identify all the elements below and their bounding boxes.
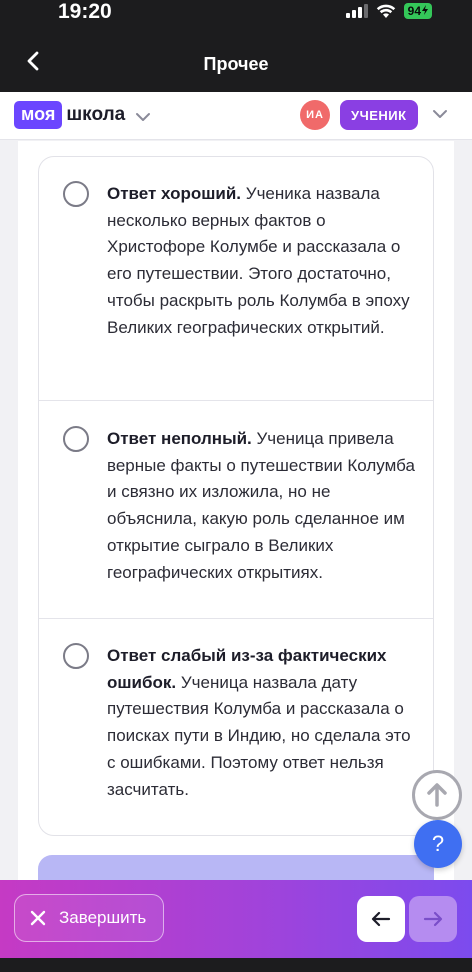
answer-option[interactable]: Ответ слабый из-за фактических ошибок. У… [39,618,433,835]
option-title: Ответ хороший. [107,184,242,203]
option-text: Ответ хороший. Ученика назвала несколько… [107,181,417,341]
close-icon [30,910,46,926]
app-header: моя школа ИА УЧЕНИК [0,92,472,140]
answer-options: Ответ хороший. Ученика назвала несколько… [38,156,434,836]
arrow-right-icon [423,911,443,927]
role-chevron-down-icon[interactable] [432,109,448,119]
scroll-up-button[interactable] [412,770,462,820]
wifi-icon [376,4,395,18]
bottom-action-bar: Завершить [0,880,472,958]
status-icons: 94 [345,3,432,19]
option-text: Ответ слабый из-за фактических ошибок. У… [107,643,417,803]
finish-label: Завершить [59,908,147,927]
battery-level: 94 [407,4,421,18]
cellular-signal-icon [345,4,368,18]
option-title: Ответ неполный. [107,429,252,448]
radio-button[interactable] [63,181,89,207]
chevron-down-icon [136,113,151,121]
logo-shkola: школа [66,104,126,125]
answer-option[interactable]: Ответ хороший. Ученика назвала несколько… [39,157,433,400]
radio-button[interactable] [63,426,89,452]
radio-button[interactable] [63,643,89,669]
option-description: Ученица привела верные факты о путешеств… [107,429,415,582]
answer-option[interactable]: Ответ неполный. Ученица привела верные ф… [39,400,433,618]
nav-bar: Прочее [0,30,472,92]
arrow-up-icon [427,783,447,807]
nav-title: Прочее [203,54,269,74]
app-logo[interactable]: моя школа [14,101,151,129]
option-description: Ученика назвала несколько верных фактов … [107,184,410,337]
home-indicator-area [0,958,472,972]
previous-button[interactable] [357,896,405,942]
user-avatar[interactable]: ИА [300,100,330,130]
status-time: 19:20 [58,0,112,23]
logo-moya: моя [14,101,63,129]
main-content: Ответ хороший. Ученика назвала несколько… [18,141,454,886]
role-switcher[interactable]: УЧЕНИК [340,100,418,130]
arrow-left-icon [371,911,391,927]
help-button[interactable]: ? [414,820,462,868]
finish-button[interactable]: Завершить [14,894,164,942]
next-button[interactable] [409,896,457,942]
question-mark-icon: ? [431,831,445,856]
option-text: Ответ неполный. Ученица привела верные ф… [107,426,417,586]
battery-icon: 94 [403,3,432,19]
status-bar: 19:20 94 [0,0,472,30]
